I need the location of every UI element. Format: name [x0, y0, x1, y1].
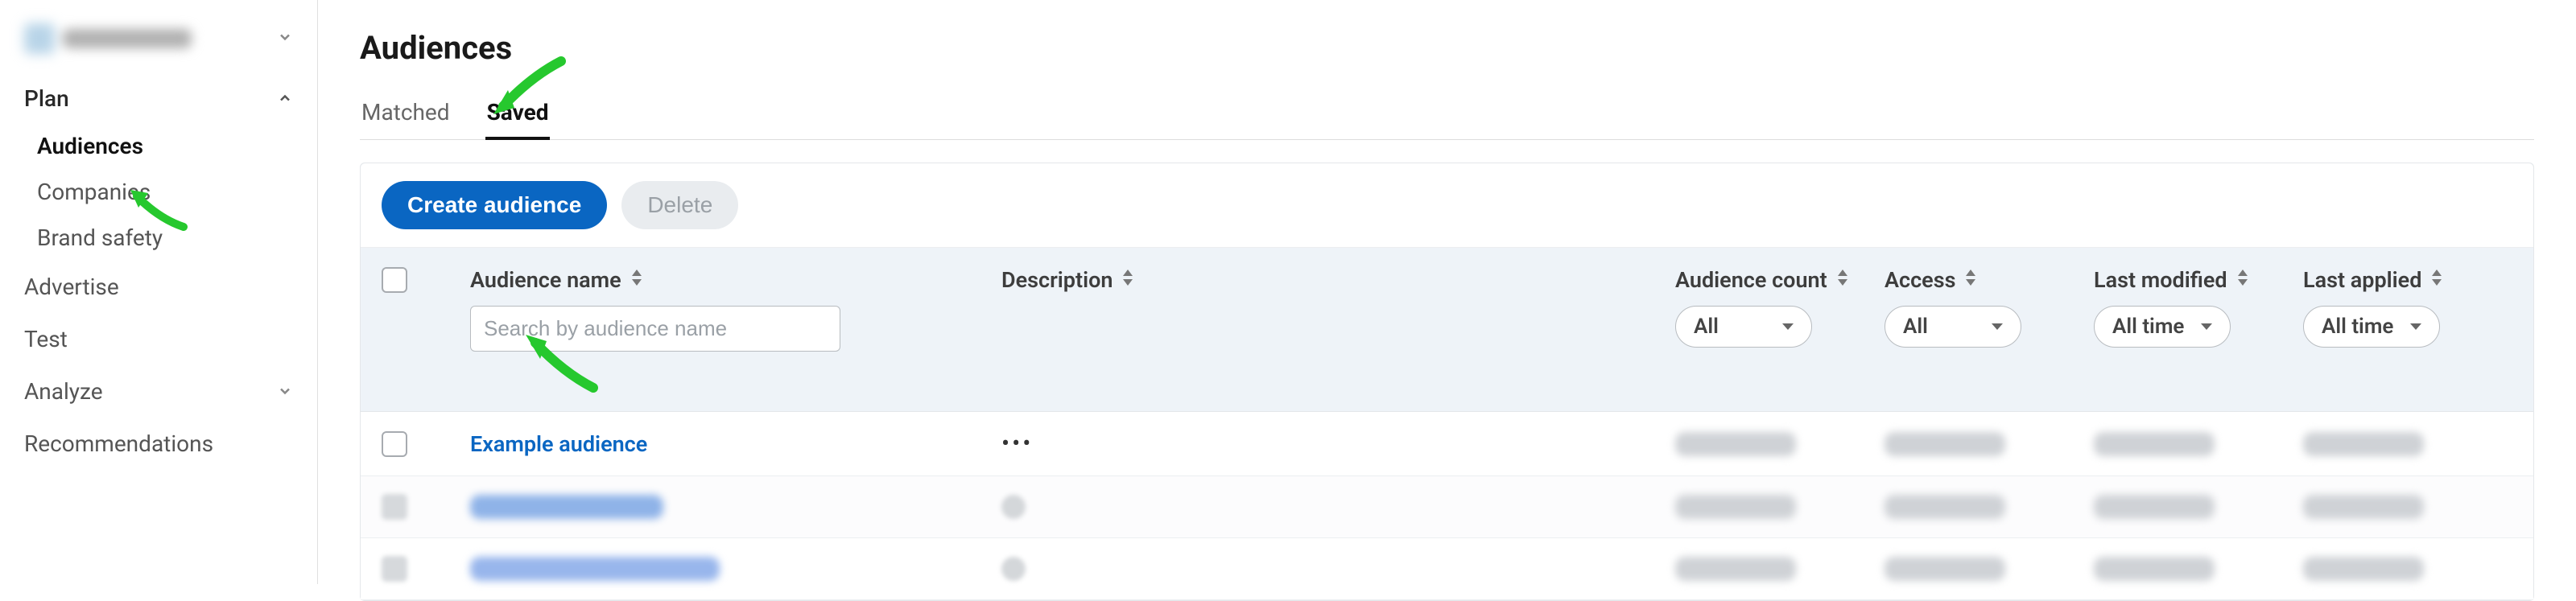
redacted-cell [2094, 495, 2215, 519]
nav-item-label: Test [24, 326, 68, 352]
row-checkbox[interactable] [382, 431, 407, 457]
nav-item-label: Recommendations [24, 430, 213, 457]
chevron-down-icon [277, 378, 293, 405]
nav-group-recommendations[interactable]: Recommendations [8, 418, 309, 470]
th-audience-name[interactable]: Audience name [470, 267, 1001, 352]
nav-group-analyze[interactable]: Analyze [8, 365, 309, 418]
select-all-column [382, 267, 470, 293]
chevron-down-icon [277, 29, 293, 48]
th-last-modified[interactable]: Last modified All time [2094, 267, 2303, 348]
redacted-cell [2303, 495, 2424, 519]
tabs: Matched Saved [360, 88, 2534, 140]
th-access[interactable]: Access All [1885, 267, 2094, 348]
sidebar-item-label: Companies [37, 179, 151, 205]
caret-down-icon [1992, 323, 2003, 330]
th-audience-count[interactable]: Audience count All [1675, 267, 1885, 348]
sidebar-item-audiences[interactable]: Audiences [8, 123, 309, 169]
redacted-cell [2094, 432, 2215, 456]
audiences-panel: Create audience Delete Audience name [360, 163, 2534, 601]
redacted-cell [1675, 495, 1796, 519]
th-label-text: Last modified [2094, 267, 2227, 293]
th-label-text: Audience count [1675, 267, 1827, 293]
redacted-cell [1675, 432, 1796, 456]
th-description[interactable]: Description [1001, 267, 1675, 293]
nav-group-test[interactable]: Test [8, 313, 309, 365]
tab-matched[interactable]: Matched [360, 88, 452, 140]
main-content: Audiences Matched Saved Create audience … [318, 0, 2576, 584]
caret-down-icon [2201, 323, 2212, 330]
redacted-checkbox [382, 494, 407, 520]
tab-label: Matched [361, 99, 450, 126]
more-actions-icon[interactable]: ••• [1001, 430, 1033, 458]
toolbar: Create audience Delete [361, 163, 2533, 248]
filter-access[interactable]: All [1885, 306, 2021, 348]
filter-value: All time [2322, 315, 2393, 339]
nav-group-advertise[interactable]: Advertise [8, 261, 309, 313]
audience-name-link[interactable]: Example audience [470, 431, 647, 457]
filter-audience-count[interactable]: All [1675, 306, 1812, 348]
sidebar-item-label: Audiences [37, 133, 143, 159]
redacted-cell [2303, 432, 2424, 456]
redacted-cell [2303, 557, 2424, 581]
sidebar: Plan Audiences Companies Brand safety Ad… [0, 0, 318, 584]
filter-value: All [1903, 315, 1928, 339]
sidebar-item-label: Brand safety [37, 224, 163, 251]
table-row [361, 538, 2533, 600]
tab-saved[interactable]: Saved [485, 88, 551, 140]
redacted-audience-name [470, 495, 663, 519]
nav-item-label: Advertise [24, 274, 119, 300]
sort-icon [1121, 267, 1135, 293]
sort-icon [1835, 267, 1850, 293]
th-label-text: Last applied [2303, 267, 2421, 293]
caret-down-icon [1782, 323, 1794, 330]
table-row [361, 476, 2533, 538]
filter-value: All [1694, 315, 1719, 339]
redacted-cell [1675, 557, 1796, 581]
account-identity [24, 24, 209, 53]
redacted-cell [2094, 557, 2215, 581]
th-label-text: Audience name [470, 267, 621, 293]
sidebar-item-brand-safety[interactable]: Brand safety [8, 215, 309, 261]
redacted-checkbox [382, 556, 407, 582]
nav-group-plan-label: Plan [24, 85, 69, 112]
sort-icon [2235, 267, 2250, 293]
th-label-text: Description [1001, 267, 1113, 293]
filter-value: All time [2112, 315, 2184, 339]
page-title: Audiences [360, 29, 2534, 67]
tab-label: Saved [487, 99, 549, 126]
account-switcher[interactable] [8, 24, 309, 74]
redacted-cell [1001, 495, 1026, 519]
create-audience-button[interactable]: Create audience [382, 181, 607, 229]
nav-group-plan[interactable]: Plan [8, 74, 309, 123]
sort-icon [630, 267, 644, 293]
th-label-text: Access [1885, 267, 1955, 293]
redacted-audience-name [470, 557, 720, 581]
redacted-cell [1885, 495, 2005, 519]
filter-last-modified[interactable]: All time [2094, 306, 2231, 348]
chevron-up-icon [277, 85, 293, 112]
th-last-applied[interactable]: Last applied All time [2303, 267, 2512, 348]
table-header: Audience name Description [361, 248, 2533, 412]
search-input[interactable] [470, 306, 840, 352]
caret-down-icon [2410, 323, 2421, 330]
redacted-cell [1885, 432, 2005, 456]
sort-icon [1963, 267, 1978, 293]
table-row: Example audience ••• [361, 412, 2533, 476]
sidebar-item-companies[interactable]: Companies [8, 169, 309, 215]
delete-button: Delete [621, 181, 738, 229]
redacted-cell [1885, 557, 2005, 581]
sort-icon [2429, 267, 2444, 293]
filter-last-applied[interactable]: All time [2303, 306, 2440, 348]
nav-item-label: Analyze [24, 378, 103, 405]
select-all-checkbox[interactable] [382, 267, 407, 293]
redacted-cell [1001, 557, 1026, 581]
